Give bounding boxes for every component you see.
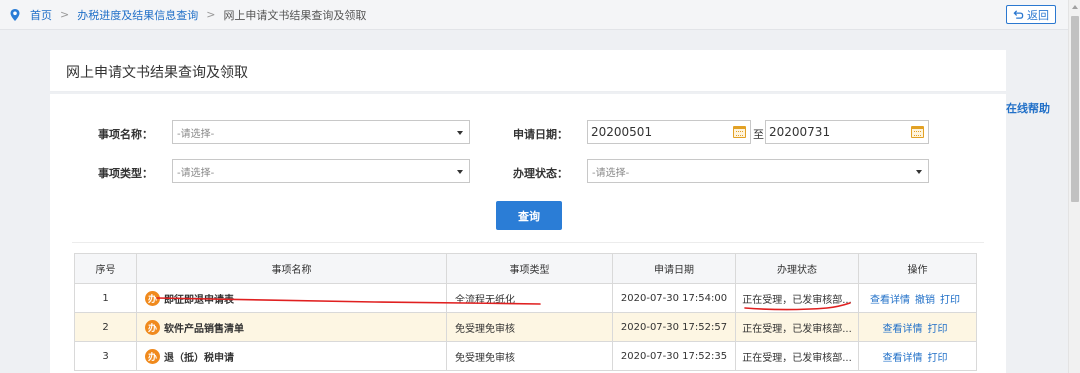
row-apply-date: 2020-07-30 17:54:00 <box>612 283 736 313</box>
print-link[interactable]: 打印 <box>940 295 960 306</box>
date-from-field[interactable]: 20200501 <box>587 120 751 144</box>
row-no: 3 <box>74 341 137 371</box>
view-detail-link[interactable]: 查看详情 <box>883 324 923 335</box>
header-no: 序号 <box>74 253 137 284</box>
table-row: 2 办软件产品销售清单 免受理免审核 2020-07-30 17:52:57 正… <box>74 312 977 342</box>
ban-badge-icon: 办 <box>145 348 160 364</box>
status-select-value: -请选择- <box>592 167 630 179</box>
view-detail-link[interactable]: 查看详情 <box>883 353 923 364</box>
header-status: 办理状态 <box>735 253 859 284</box>
item-name-select[interactable]: -请选择- <box>172 120 470 144</box>
row-item-name: 办软件产品销售清单 <box>136 312 447 342</box>
scroll-thumb[interactable] <box>1071 16 1079 202</box>
chevron-down-icon <box>457 170 463 174</box>
ban-badge-icon: 办 <box>145 290 160 306</box>
item-type-select-value: -请选择- <box>177 167 215 179</box>
date-to-field[interactable]: 20200731 <box>765 120 929 144</box>
return-arrow-icon <box>1013 10 1024 19</box>
apply-date-label: 申请日期： <box>513 128 568 141</box>
row-item-type: 全流程无纸化 <box>446 283 613 313</box>
row-item-type: 免受理免审核 <box>446 341 613 371</box>
scroll-up-arrow-icon[interactable] <box>1069 0 1080 14</box>
row-status: 正在受理，已发审核部... <box>735 312 859 342</box>
breadcrumb-separator: > <box>206 8 216 21</box>
breadcrumb-separator: > <box>60 8 70 21</box>
row-apply-date: 2020-07-30 17:52:57 <box>612 312 736 342</box>
header-item-type: 事项类型 <box>446 253 613 284</box>
calendar-icon[interactable] <box>733 126 746 138</box>
ban-badge-icon: 办 <box>145 319 160 335</box>
page-scrollbar[interactable] <box>1068 0 1080 373</box>
online-help-link[interactable]: 在线帮助 <box>1006 100 1050 116</box>
status-select[interactable]: -请选择- <box>587 159 929 183</box>
item-type-select[interactable]: -请选择- <box>172 159 470 183</box>
calendar-icon[interactable] <box>911 126 924 138</box>
page-title: 网上申请文书结果查询及领取 <box>66 65 248 81</box>
header-apply-date: 申请日期 <box>612 253 736 284</box>
results-table: 序号 事项名称 事项类型 申请日期 办理状态 操作 1 办即征即退申请表 全流程… <box>74 253 977 371</box>
row-no: 1 <box>74 283 137 313</box>
breadcrumb-current: 网上申请文书结果查询及领取 <box>223 8 367 22</box>
chevron-down-icon <box>916 170 922 174</box>
top-bar: 首页 > 办税进度及结果信息查询 > 网上申请文书结果查询及领取 返回 <box>0 0 1068 30</box>
item-name-select-value: -请选择- <box>177 128 215 140</box>
row-status: 正在受理，已发审核部... <box>735 341 859 371</box>
header-actions: 操作 <box>858 253 977 284</box>
panel-header: 网上申请文书结果查询及领取 <box>50 50 1006 92</box>
date-to-value: 20200731 <box>769 125 831 139</box>
revoke-link[interactable]: 撤销 <box>915 295 935 306</box>
row-actions: 查看详情 打印 <box>858 341 977 371</box>
query-button[interactable]: 查询 <box>496 201 562 230</box>
row-actions: 查看详情 撤销 打印 <box>858 283 977 313</box>
table-row: 1 办即征即退申请表 全流程无纸化 2020-07-30 17:54:00 正在… <box>74 283 977 313</box>
date-range-separator: 至 <box>753 128 764 141</box>
row-apply-date: 2020-07-30 17:52:35 <box>612 341 736 371</box>
back-button-label: 返回 <box>1027 8 1049 22</box>
row-item-type: 免受理免审核 <box>446 312 613 342</box>
print-link[interactable]: 打印 <box>928 324 948 335</box>
status-label: 办理状态： <box>513 167 568 180</box>
back-button[interactable]: 返回 <box>1006 5 1056 24</box>
row-no: 2 <box>74 312 137 342</box>
divider <box>72 242 984 243</box>
item-type-label: 事项类型： <box>98 167 153 180</box>
print-link[interactable]: 打印 <box>928 353 948 364</box>
table-row: 3 办退（抵）税申请 免受理免审核 2020-07-30 17:52:35 正在… <box>74 341 977 371</box>
table-header-row: 序号 事项名称 事项类型 申请日期 办理状态 操作 <box>74 253 977 284</box>
row-item-name-text[interactable]: 即征即退申请表 <box>164 291 234 306</box>
header-item-name: 事项名称 <box>136 253 447 284</box>
date-from-value: 20200501 <box>591 125 653 139</box>
row-item-name: 办退（抵）税申请 <box>136 341 447 371</box>
item-name-label: 事项名称： <box>98 128 153 141</box>
breadcrumb: 首页 > 办税进度及结果信息查询 > 网上申请文书结果查询及领取 <box>0 7 366 23</box>
row-status: 正在受理，已发审核部... <box>735 283 859 313</box>
breadcrumb-home[interactable]: 首页 <box>30 7 52 23</box>
row-item-name-text[interactable]: 软件产品销售清单 <box>164 320 244 335</box>
chevron-down-icon <box>457 131 463 135</box>
row-item-name-text[interactable]: 退（抵）税申请 <box>164 349 234 364</box>
view-detail-link[interactable]: 查看详情 <box>870 295 910 306</box>
location-pin-icon <box>10 8 20 21</box>
row-actions: 查看详情 打印 <box>858 312 977 342</box>
breadcrumb-progress-query[interactable]: 办税进度及结果信息查询 <box>77 7 198 23</box>
row-item-name: 办即征即退申请表 <box>136 283 447 313</box>
